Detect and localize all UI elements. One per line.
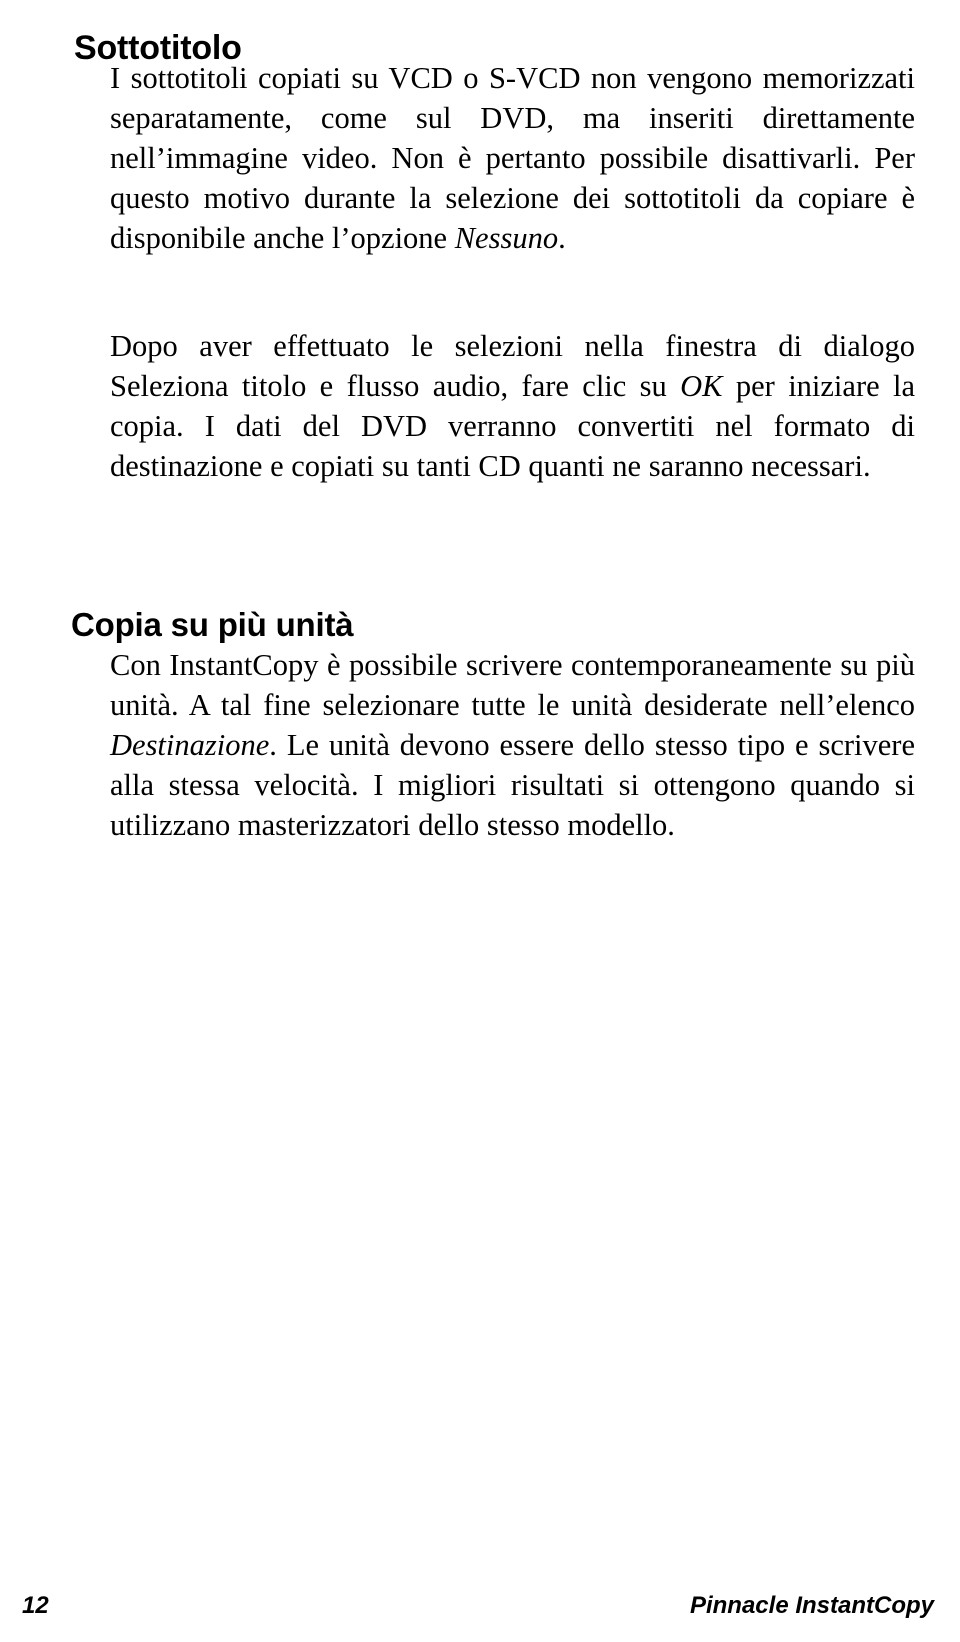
document-page: Sottotitolo I sottotitoli copiati su VCD…	[0, 0, 960, 1642]
footer-product-name: Pinnacle InstantCopy	[689, 1592, 934, 1619]
body-text: .	[558, 221, 566, 255]
heading-copia-su-piu-unita: Copia su più unità	[71, 606, 354, 644]
emphasis-text: Nessuno	[454, 221, 559, 255]
paragraph-dopo-aver-effettuato: Dopo aver effettuato le selezioni nella …	[110, 326, 915, 486]
emphasis-text: Destinazione	[110, 728, 270, 762]
paragraph-text: I sottotitoli copiati su VCD o S-VCD non…	[110, 58, 915, 258]
body-text: Con InstantCopy è possibile scrivere con…	[110, 648, 915, 722]
emphasis-text: OK	[680, 369, 723, 403]
paragraph-text: Con InstantCopy è possibile scrivere con…	[110, 645, 915, 845]
paragraph-text: Dopo aver effettuato le selezioni nella …	[110, 326, 915, 486]
footer-page-number: 12	[22, 1592, 49, 1619]
paragraph-sottotitoli-vcd: I sottotitoli copiati su VCD o S-VCD non…	[110, 58, 915, 258]
paragraph-copia-su-piu-unita: Con InstantCopy è possibile scrivere con…	[110, 645, 915, 845]
